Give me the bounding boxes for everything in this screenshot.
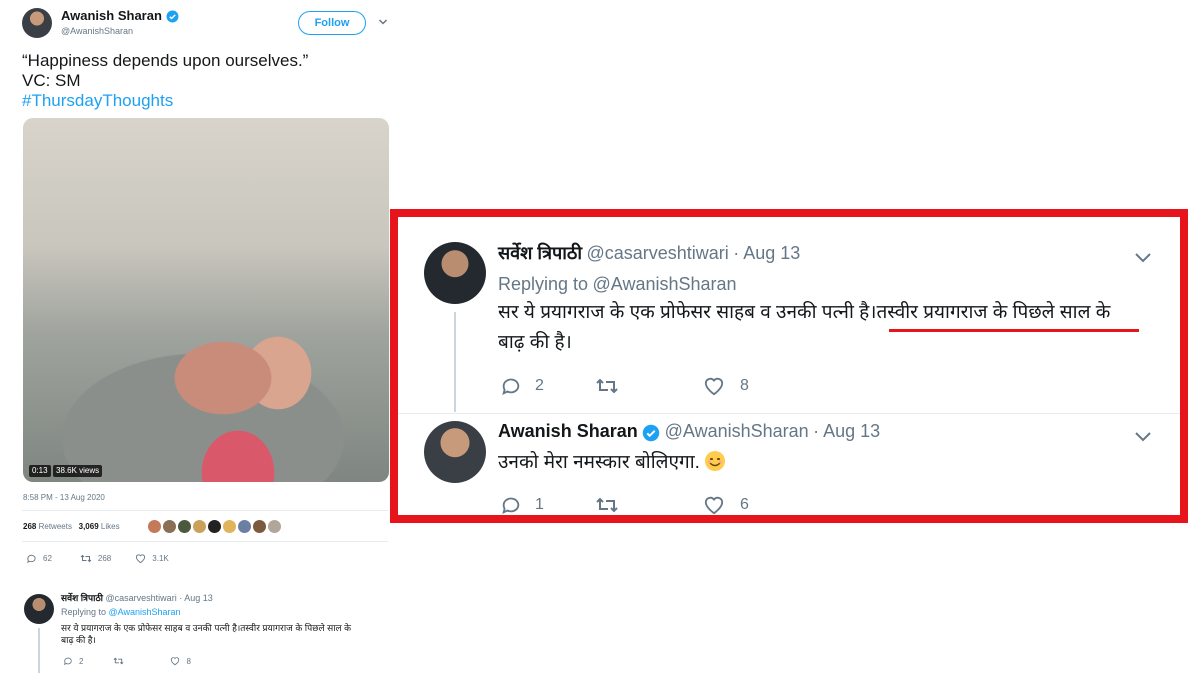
reply-text-line2: बाढ़ की है। xyxy=(61,635,96,645)
replying-to: Replying to @AwanishSharan xyxy=(61,607,181,617)
likes-count[interactable]: 3,069 xyxy=(79,522,99,531)
follow-button[interactable]: Follow xyxy=(298,11,366,35)
replying-to-label: Replying to xyxy=(61,607,107,617)
retweet-icon[interactable] xyxy=(595,495,619,515)
tweet-text-line2: VC: SM xyxy=(22,71,81,90)
video-duration-badge: 0:13 xyxy=(29,465,51,477)
reply-icon[interactable] xyxy=(63,656,73,666)
thread-line xyxy=(38,628,40,673)
divider xyxy=(22,541,388,542)
tweet-text-line1: “Happiness depends upon ourselves.” xyxy=(22,51,309,70)
highlight-box: सर्वेश त्रिपाठी @casarveshtiwari · Aug 1… xyxy=(390,209,1188,523)
author-name[interactable]: Awanish Sharan xyxy=(61,8,162,23)
video-views-badge: 38.6K views xyxy=(53,465,103,477)
like-count: 8 xyxy=(740,377,749,394)
reply1-date[interactable]: · Aug 13 xyxy=(733,243,800,263)
divider xyxy=(398,413,1180,414)
reply-author-handle[interactable]: @casarveshtiwari xyxy=(106,593,177,603)
reply-text-line1: सर ये प्रयागराज के एक प्रोफेसर साहब व उन… xyxy=(61,623,352,633)
reply2-actions: 1 6 xyxy=(500,494,749,516)
reply-count: 1 xyxy=(535,496,544,513)
smiling-face-emoji-icon xyxy=(705,451,726,471)
reply-author-name[interactable]: सर्वेश त्रिपाठी xyxy=(61,593,103,603)
reply1-author-handle[interactable]: @casarveshtiwari xyxy=(586,243,728,263)
heart-icon[interactable] xyxy=(170,656,180,666)
reply-header: सर्वेश त्रिपाठी @casarveshtiwari · Aug 1… xyxy=(61,591,213,604)
reply1-text-part1: सर ये प्रयागराज के एक प्रोफेसर साहब व उन… xyxy=(498,302,877,323)
reply2-text: उनको मेरा नमस्कार बोलिएगा. xyxy=(498,450,726,476)
reply-count: 2 xyxy=(535,377,544,394)
tweet-timestamp[interactable]: 8:58 PM - 13 Aug 2020 xyxy=(23,493,105,502)
heart-icon[interactable] xyxy=(703,495,725,515)
author-handle[interactable]: @AwanishSharan xyxy=(61,26,133,36)
author-avatar[interactable] xyxy=(22,8,52,38)
reply2-avatar[interactable] xyxy=(424,421,486,483)
divider xyxy=(22,510,388,511)
like-count: 3.1K xyxy=(152,554,169,563)
heart-icon[interactable] xyxy=(703,376,725,396)
reply2-author-name[interactable]: Awanish Sharan xyxy=(498,421,638,441)
reply1-replying-to: Replying to @AwanishSharan xyxy=(498,274,737,295)
red-underline-annotation xyxy=(889,329,1139,332)
replying-to-link[interactable]: @AwanishSharan xyxy=(109,607,181,617)
reply-icon[interactable] xyxy=(500,375,522,397)
retweets-count[interactable]: 268 xyxy=(23,522,36,531)
engagement-stats: 268 Retweets 3,069 Likes xyxy=(23,522,120,531)
reply-count: 62 xyxy=(43,554,52,563)
reply1-author-name[interactable]: सर्वेश त्रिपाठी xyxy=(498,243,582,263)
verified-badge-icon xyxy=(166,10,178,23)
reply2-date[interactable]: · Aug 13 xyxy=(813,421,880,441)
verified-badge-icon xyxy=(642,424,660,442)
like-count: 8 xyxy=(186,656,191,666)
hashtag-link[interactable]: #ThursdayThoughts xyxy=(22,91,173,110)
reply-count: 2 xyxy=(79,656,84,666)
reply1-header: सर्वेश त्रिपाठी @casarveshtiwari · Aug 1… xyxy=(498,241,800,265)
video-player[interactable]: 0:13 38.6K views xyxy=(23,118,389,482)
reply-icon[interactable] xyxy=(26,553,37,564)
chevron-down-icon[interactable] xyxy=(378,17,388,27)
reply-author-avatar[interactable] xyxy=(24,594,54,624)
chevron-down-icon[interactable] xyxy=(1134,429,1152,443)
author-header: Awanish Sharan xyxy=(61,8,179,23)
retweet-count: 268 xyxy=(97,554,112,563)
replying-to-link[interactable]: @AwanishSharan xyxy=(593,274,737,294)
reply1-text-line2: बाढ़ की है। xyxy=(498,332,572,353)
like-count: 6 xyxy=(740,496,749,513)
reply-icon[interactable] xyxy=(500,494,522,516)
retweet-icon[interactable] xyxy=(80,553,92,564)
reply1-avatar[interactable] xyxy=(424,242,486,304)
replying-to-label: Replying to xyxy=(498,274,589,294)
reply2-author-handle[interactable]: @AwanishSharan xyxy=(665,421,809,441)
reply1-actions: 2 8 xyxy=(500,375,749,397)
liker-avatars[interactable] xyxy=(148,520,283,538)
retweets-label[interactable]: Retweets xyxy=(39,522,72,531)
likes-label[interactable]: Likes xyxy=(101,522,120,531)
thread-line xyxy=(454,312,456,412)
reply1-text: सर ये प्रयागराज के एक प्रोफेसर साहब व उन… xyxy=(498,300,1158,326)
tweet-actions: 62 268 3.1K xyxy=(26,553,169,564)
chevron-down-icon[interactable] xyxy=(1134,250,1152,264)
retweet-icon[interactable] xyxy=(595,376,619,396)
reply-date[interactable]: · Aug 13 xyxy=(179,593,213,603)
reply2-text-content: उनको मेरा नमस्कार बोलिएगा. xyxy=(498,452,700,473)
reply-actions: 2 8 xyxy=(63,656,191,666)
heart-icon[interactable] xyxy=(135,553,146,564)
reply1-text-part2-underlined: तस्वीर प्रयागराज के पिछले साल के xyxy=(876,302,1111,323)
retweet-icon[interactable] xyxy=(113,656,124,666)
reply2-header: Awanish Sharan @AwanishSharan · Aug 13 xyxy=(498,421,880,442)
